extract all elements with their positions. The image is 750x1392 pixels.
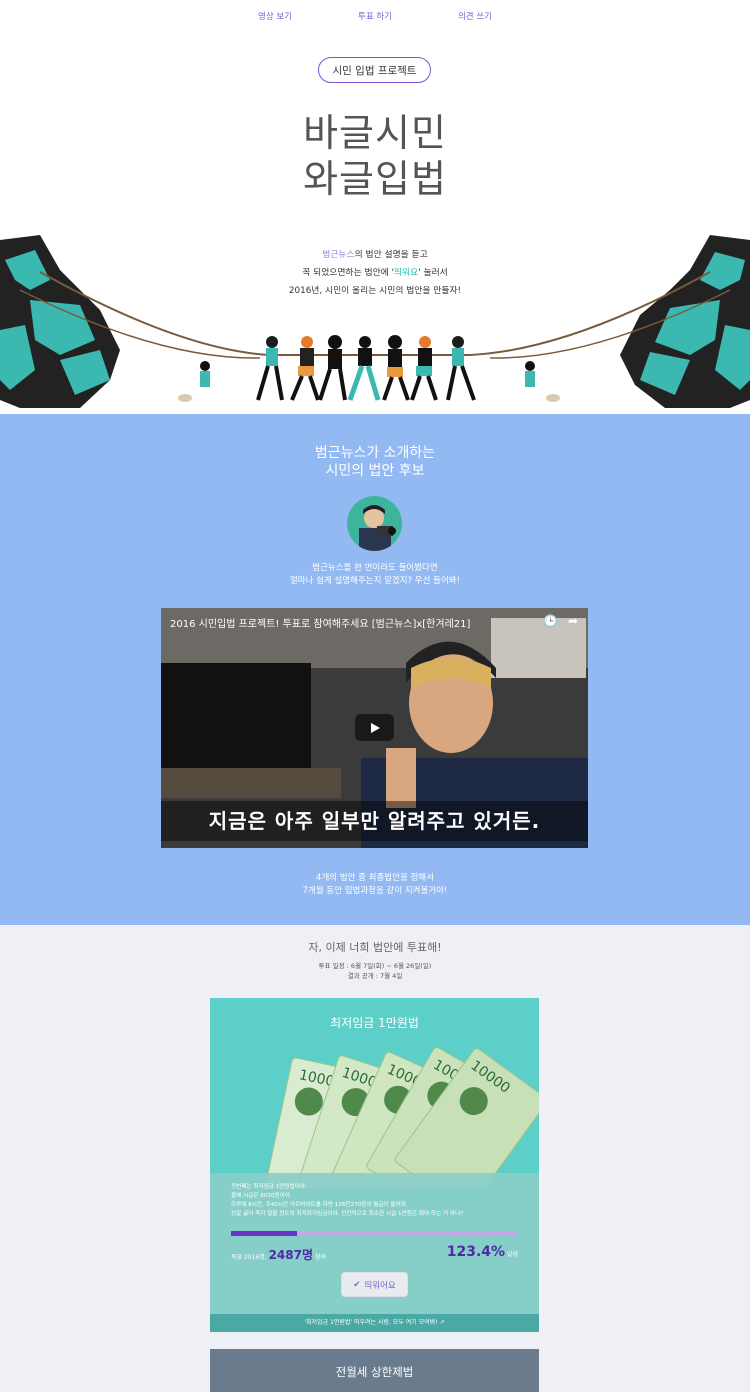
clock-icon[interactable]: 🕒: [543, 614, 558, 628]
vote-percent: 123.4% 달성: [447, 1244, 518, 1260]
bill-desc-line: 올해 시급은 6030원이야.: [231, 1193, 292, 1199]
vote-progress-bar: [231, 1231, 517, 1236]
intro-title: 범근뉴스가 소개하는 시민의 법안 후보: [0, 444, 750, 480]
raise-button[interactable]: ✔ 띄워어요: [341, 1272, 408, 1297]
hero-title: 바글시민 와글입법: [0, 110, 750, 202]
project-badge: 시민 입법 프로젝트: [318, 57, 431, 83]
participant-count: 2487명: [268, 1248, 314, 1262]
people-group-icon: [256, 335, 476, 401]
intro-sub-line2: 얼마나 쉽게 설명해주는지 알겠지? 우선 들어봐!: [289, 576, 460, 586]
bill-desc-line: 하루에 8시간, 주40시간 아르바이트를 하면 126만270원의 월급이 들…: [231, 1202, 408, 1208]
share-icon[interactable]: ➦: [568, 614, 578, 628]
top-nav: 영상 보기 투표 하기 의견 쓰기: [0, 0, 750, 30]
intro-subtitle: 범근뉴스를 한 번이라도 들어봤다면 얼마나 쉽게 설명해주는지 알겠지? 우선…: [0, 562, 750, 588]
host-avatar: [347, 496, 402, 551]
intro-foot-line1: 4개의 법안 중 최종법안을 정해서: [316, 873, 434, 883]
video-actions: 🕒 ➦: [543, 614, 578, 628]
video-caption: 지금은 아주 일부만 알려주고 있거든.: [161, 801, 588, 841]
bill-card-min-wage: 최저임금 1만원법 1000 1000 1000 10000 10000 첫번째…: [210, 998, 539, 1332]
intro-sub-line1: 범근뉴스를 한 번이라도 들어봤다면: [312, 563, 438, 573]
law-character-right-icon: [620, 235, 750, 408]
vote-progress-fill: [231, 1231, 297, 1236]
intro-foot-line2: 7개월 동안 입법과정을 같이 지켜볼거야!: [302, 886, 448, 896]
play-icon: [370, 722, 380, 733]
bill-info-panel: 첫번째는 최저임금 1만원법이야. 올해 시급은 6030원이야. 하루에 8시…: [210, 1173, 539, 1314]
raise-button-label: 띄워어요: [364, 1280, 396, 1291]
host-avatar-icon: [359, 505, 396, 551]
intro-title-line2: 시민의 법안 후보: [325, 463, 425, 479]
tug-of-war-illustration: [0, 235, 750, 408]
vote-schedule: 투표 일정 : 6월 7일(화) ~ 6월 26일(일) 결과 공개 : 7월 …: [0, 961, 750, 981]
hero-section: 시민 입법 프로젝트 바글시민 와글입법 범근뉴스의 법안 설명을 듣고 꼭 되…: [0, 30, 750, 414]
percent-suffix: 달성: [506, 1251, 518, 1258]
intro-section: 범근뉴스가 소개하는 시민의 법안 후보 범근뉴스를 한 번이라도 들어봤다면 …: [0, 414, 750, 925]
play-button[interactable]: [355, 714, 394, 741]
bill-community-link[interactable]: '최저임금 1만원법' 띄우려는 사람, 모두 여기 모여봐! ↗: [210, 1314, 539, 1332]
bill-card-rent-cap[interactable]: 전월세 상한제법: [210, 1349, 539, 1392]
intro-footer: 4개의 법안 중 최종법안을 정해서 7개월 동안 입법과정을 같이 지켜볼거야…: [0, 872, 750, 898]
vote-dates-line2: 결과 공개 : 7월 4일: [347, 972, 403, 980]
nav-vote[interactable]: 투표 하기: [358, 8, 392, 22]
video-title: 2016 시민입법 프로젝트! 투표로 참여해주세요 [범근뉴스]x[한겨레21…: [170, 619, 471, 630]
bill-desc-line: 정말 굶어 죽지 않을 정도의 최저최저임금이야. 인간적으로 최소한 시급 1…: [231, 1211, 464, 1217]
vote-section: 자, 이제 너희 법안에 투표해! 투표 일정 : 6월 7일(화) ~ 6월 …: [0, 925, 750, 1392]
hero-title-line2: 와글입법: [303, 157, 447, 201]
law-character-left-icon: [0, 235, 120, 408]
bill-description: 첫번째는 최저임금 1만원법이야. 올해 시급은 6030원이야. 하루에 8시…: [231, 1183, 521, 1219]
intro-title-line1: 범근뉴스가 소개하는: [314, 445, 436, 461]
nav-watch-video[interactable]: 영상 보기: [258, 8, 292, 22]
goal-label: 목표 2016명,: [231, 1254, 267, 1261]
banknotes-illustration: 1000 1000 1000 10000 10000: [263, 1047, 539, 1188]
vote-dates-line1: 투표 일정 : 6월 7일(화) ~ 6월 26일(일): [318, 962, 432, 970]
vote-goal: 목표 2016명, 2487명 참여: [231, 1246, 326, 1263]
vote-title: 자, 이제 너희 법안에 투표해!: [308, 941, 442, 954]
nav-comment[interactable]: 의견 쓰기: [458, 8, 492, 22]
percent-value: 123.4%: [446, 1244, 506, 1260]
check-icon: ✔: [353, 1279, 361, 1290]
bill-title: 전월세 상한제법: [335, 1365, 414, 1379]
participant-suffix: 참여: [314, 1254, 326, 1261]
video-player[interactable]: 2016 시민입법 프로젝트! 투표로 참여해주세요 [범근뉴스]x[한겨레21…: [161, 608, 588, 848]
bill-desc-line: 첫번째는 최저임금 1만원법이야.: [231, 1184, 307, 1190]
hero-title-line1: 바글시민: [303, 111, 447, 155]
bill-title: 최저임금 1만원법: [330, 1016, 419, 1030]
